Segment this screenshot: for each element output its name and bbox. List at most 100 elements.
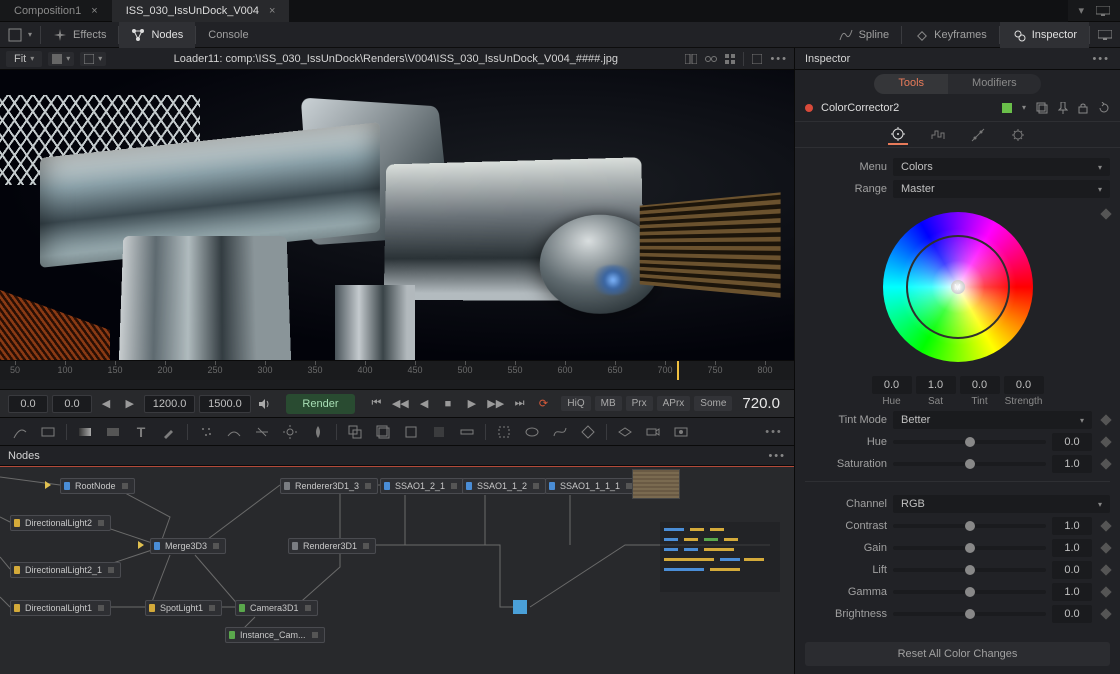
stop-button[interactable]: ■ — [438, 395, 458, 413]
color-wheel[interactable]: M — [883, 212, 1033, 362]
tab-modifiers[interactable]: Modifiers — [948, 74, 1041, 94]
monitor-icon[interactable] — [1090, 22, 1120, 48]
keyframe-strip[interactable] — [0, 380, 794, 390]
tool-brush-icon[interactable] — [157, 421, 181, 443]
keyframe-diamond-icon[interactable] — [1100, 586, 1111, 597]
gain-slider[interactable] — [893, 546, 1046, 550]
monitor-icon[interactable] — [1096, 6, 1110, 16]
tintmode-dropdown[interactable]: Better▾ — [893, 411, 1092, 429]
tool-mask-icon[interactable] — [222, 421, 246, 443]
document-tab[interactable]: ISS_030_IssUnDock_V004 × — [112, 0, 290, 22]
keyframe-diamond-icon[interactable] — [1100, 458, 1111, 469]
range-dropdown[interactable]: Master▾ — [893, 180, 1110, 198]
current-frame-display[interactable]: 720.0 — [736, 395, 786, 412]
mb-toggle[interactable]: MB — [595, 396, 622, 411]
graph-node[interactable]: DirectionalLight2_1 — [10, 562, 121, 578]
more-menu-icon[interactable]: ••• — [768, 450, 786, 462]
keyframe-diamond-icon[interactable] — [1100, 564, 1111, 575]
tool-gradient-icon[interactable] — [73, 421, 97, 443]
keyframe-diamond-icon[interactable] — [1100, 208, 1111, 219]
tool-blur-icon[interactable] — [306, 421, 330, 443]
graph-node[interactable]: Instance_Cam... — [225, 627, 325, 643]
pin-icon[interactable] — [1058, 102, 1068, 114]
effects-button[interactable]: Effects — [41, 22, 118, 48]
keyframe-diamond-icon[interactable] — [1100, 436, 1111, 447]
step-back-button[interactable]: ◀◀ — [390, 395, 410, 413]
node-thumbnail[interactable] — [632, 469, 680, 499]
record-indicator-icon[interactable] — [805, 104, 813, 112]
graph-node-port[interactable] — [513, 600, 527, 614]
prx-toggle[interactable]: Prx — [626, 396, 653, 411]
node-graph-overview[interactable] — [660, 522, 780, 592]
brightness-slider[interactable] — [893, 612, 1046, 616]
document-tab[interactable]: Composition1 × — [0, 0, 112, 22]
keyframes-button[interactable]: Keyframes — [902, 22, 999, 48]
spline-button[interactable]: Spline — [827, 22, 902, 48]
view-options-dropdown[interactable]: ▾ — [48, 52, 74, 66]
aprx-toggle[interactable]: APrx — [657, 396, 691, 411]
more-menu-icon[interactable]: ••• — [770, 53, 788, 65]
tint-field[interactable]: 0.0 — [960, 376, 1000, 394]
graph-node[interactable]: SpotLight1 — [145, 600, 222, 616]
close-icon[interactable]: × — [269, 0, 275, 22]
gamma-value-field[interactable]: 1.0 — [1052, 583, 1092, 601]
zoom-fit-dropdown[interactable]: Fit▾ — [6, 51, 42, 67]
tool-fill-icon[interactable] — [101, 421, 125, 443]
graph-node[interactable]: Camera3D1 — [235, 600, 318, 616]
tool-curve-icon[interactable] — [8, 421, 32, 443]
tool-layers-icon[interactable] — [371, 421, 395, 443]
tool-shape-icon[interactable] — [492, 421, 516, 443]
menu-dropdown[interactable]: Colors▾ — [893, 158, 1110, 176]
strength-field[interactable]: 0.0 — [1004, 376, 1044, 394]
graph-node[interactable]: Merge3D3 — [150, 538, 226, 554]
reset-color-button[interactable]: Reset All Color Changes — [805, 642, 1110, 666]
graph-node[interactable]: SSAO1_1_1_1 — [545, 478, 639, 494]
graph-node[interactable]: RootNode — [60, 478, 135, 494]
more-menu-icon[interactable]: ••• — [762, 421, 786, 443]
contrast-value-field[interactable]: 1.0 — [1052, 517, 1092, 535]
lock-icon[interactable] — [1078, 102, 1088, 114]
close-icon[interactable]: × — [91, 0, 97, 22]
channel-dropdown[interactable]: ▾ — [80, 52, 106, 66]
viewer-viewport[interactable] — [0, 70, 794, 360]
prev-key-button[interactable]: ◀ — [96, 395, 116, 413]
keyframe-diamond-icon[interactable] — [1100, 542, 1111, 553]
graph-node[interactable]: DirectionalLight1 — [10, 600, 111, 616]
range-out-field[interactable]: 1200.0 — [144, 395, 195, 413]
tool-crop-icon[interactable] — [399, 421, 423, 443]
tool-poly-icon[interactable] — [576, 421, 600, 443]
tool-text-icon[interactable]: T — [129, 421, 153, 443]
versions-icon[interactable] — [1036, 102, 1048, 114]
play-button[interactable]: ▶ — [462, 395, 482, 413]
saturation-value-field[interactable]: 1.0 — [1052, 455, 1092, 473]
contrast-slider[interactable] — [893, 524, 1046, 528]
lift-value-field[interactable]: 0.0 — [1052, 561, 1092, 579]
tool-scale-icon[interactable] — [455, 421, 479, 443]
keyframe-diamond-icon[interactable] — [1100, 520, 1111, 531]
hue-value-field[interactable]: 0.0 — [1052, 433, 1092, 451]
graph-node[interactable]: SSAO1_2_1 — [380, 478, 464, 494]
tab-tools[interactable]: Tools — [874, 74, 948, 94]
graph-node[interactable]: Renderer3D1 — [288, 538, 376, 554]
subtab-settings-icon[interactable] — [1008, 125, 1028, 145]
some-toggle[interactable]: Some — [694, 396, 732, 411]
keyframe-diamond-icon[interactable] — [1100, 608, 1111, 619]
next-key-button[interactable]: ▶ — [120, 395, 140, 413]
tool-3d-icon[interactable] — [613, 421, 637, 443]
tool-render-icon[interactable] — [669, 421, 693, 443]
lift-slider[interactable] — [893, 568, 1046, 572]
tool-ellipse-icon[interactable] — [520, 421, 544, 443]
single-view-icon[interactable] — [752, 54, 762, 64]
node-graph[interactable]: RootNode DirectionalLight2 DirectionalLi… — [0, 466, 794, 674]
timeline-ruler[interactable]: 5010015020025030035040045050055060065070… — [0, 360, 794, 380]
go-start-button[interactable]: ⏮ — [367, 395, 387, 413]
range-in-field[interactable]: 0.0 — [8, 395, 48, 413]
enable-node-toggle[interactable] — [1002, 103, 1012, 113]
keyframe-diamond-icon[interactable] — [1100, 414, 1111, 425]
subtab-levels-icon[interactable] — [928, 125, 948, 145]
tool-bezier-icon[interactable] — [548, 421, 572, 443]
tool-camera-icon[interactable] — [641, 421, 665, 443]
stereo-icon[interactable] — [705, 54, 717, 64]
gain-value-field[interactable]: 1.0 — [1052, 539, 1092, 557]
hue-slider[interactable] — [893, 440, 1046, 444]
